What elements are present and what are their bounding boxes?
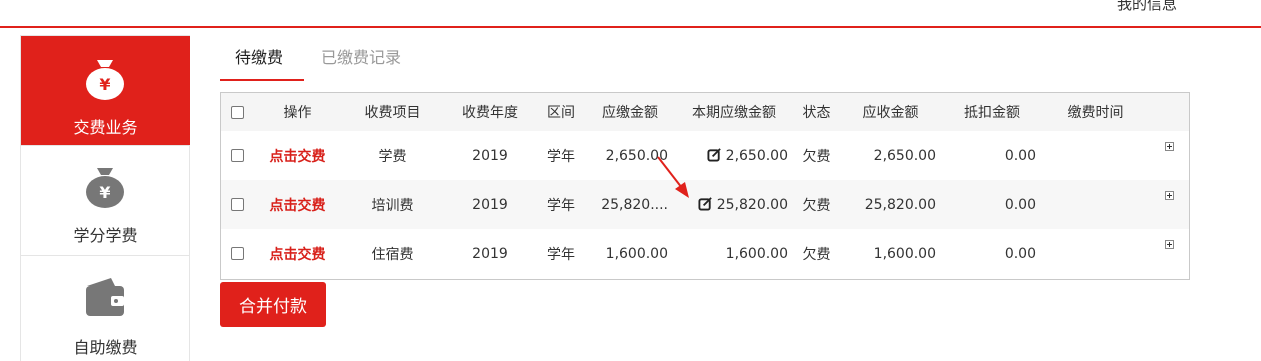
merge-payment-button[interactable]: 合并付款 [220, 282, 326, 327]
wallet-icon [86, 278, 124, 316]
my-info-link[interactable]: 我的信息 [1117, 0, 1177, 14]
sidebar-item-label: 自助缴费 [73, 338, 138, 357]
current-due-value: 1,600.00 [725, 245, 788, 262]
sidebar-item-label: 交费业务 [73, 118, 138, 137]
column-header: 区间 [536, 93, 586, 131]
fee-item-cell: 学费 [341, 131, 444, 180]
fee-item-cell: 住宿费 [341, 229, 444, 278]
edit-icon[interactable] [698, 196, 713, 211]
tab-pending-payment[interactable]: 待缴费 [220, 40, 304, 81]
edit-icon[interactable] [707, 147, 722, 162]
money-bag-icon: ¥ [86, 168, 124, 208]
sidebar-item-payment-business[interactable]: ¥ 交费业务 [21, 36, 190, 146]
deduction-cell: 0.00 [942, 229, 1042, 278]
expand-row-icon[interactable] [1164, 190, 1174, 200]
table-row: 点击交费 住宿费 2019 学年 1,600.00 1,600.00 欠费 1,… [221, 229, 1189, 278]
status-cell: 欠费 [794, 180, 839, 229]
expand-row-icon[interactable] [1164, 239, 1174, 249]
receivable-cell: 25,820.00 [839, 180, 942, 229]
svg-text:¥: ¥ [99, 75, 110, 94]
svg-text:¥: ¥ [99, 183, 110, 202]
sidebar-item-self-service-payment[interactable]: 自助缴费 [21, 256, 190, 361]
amount-due-cell: 25,820.... [586, 180, 674, 229]
period-cell: 学年 [536, 180, 586, 229]
period-cell: 学年 [536, 131, 586, 180]
row-checkbox[interactable] [231, 247, 244, 260]
column-header: 应缴金额 [586, 93, 674, 131]
sidebar-item-label: 学分学费 [73, 226, 138, 245]
expand-row-icon[interactable] [1164, 141, 1174, 151]
table-row: 点击交费 学费 2019 学年 2,650.00 2,650.00 欠费 2,6… [221, 131, 1189, 180]
sidebar: ¥ 交费业务 ¥ 学分学费 自助缴费 [20, 35, 190, 361]
current-due-value: 25,820.00 [716, 197, 788, 213]
sidebar-item-credit-tuition[interactable]: ¥ 学分学费 [21, 146, 190, 256]
row-checkbox[interactable] [231, 198, 244, 211]
tab-paid-records[interactable]: 已缴费记录 [321, 40, 401, 81]
current-due-value: 2,650.00 [725, 148, 788, 164]
column-header: 应收金额 [839, 93, 942, 131]
deduction-cell: 0.00 [942, 180, 1042, 229]
fee-item-cell: 培训费 [341, 180, 444, 229]
column-header: 缴费时间 [1042, 93, 1149, 131]
pay-time-cell [1042, 180, 1149, 229]
table-row: 点击交费 培训费 2019 学年 25,820.... 25,820.00 欠费… [221, 180, 1189, 229]
fee-year-cell: 2019 [444, 180, 536, 229]
amount-due-cell: 1,600.00 [586, 229, 674, 278]
column-header: 本期应缴金额 [674, 93, 794, 131]
column-header: 收费项目 [341, 93, 444, 131]
status-cell: 欠费 [794, 229, 839, 278]
pay-time-cell [1042, 229, 1149, 278]
column-header: 收费年度 [444, 93, 536, 131]
status-cell: 欠费 [794, 131, 839, 180]
pay-now-link[interactable]: 点击交费 [270, 247, 326, 263]
amount-due-cell: 2,650.00 [586, 131, 674, 180]
deduction-cell: 0.00 [942, 131, 1042, 180]
fee-year-cell: 2019 [444, 131, 536, 180]
pay-now-link[interactable]: 点击交费 [270, 149, 326, 165]
table-header-row: 操作 收费项目 收费年度 区间 应缴金额 本期应缴金额 状态 应收金额 抵扣金额… [221, 93, 1189, 131]
column-header: 状态 [794, 93, 839, 131]
select-all-checkbox[interactable] [231, 105, 244, 119]
fee-year-cell: 2019 [444, 229, 536, 278]
column-header: 操作 [254, 93, 341, 131]
receivable-cell: 2,650.00 [839, 131, 942, 180]
receivable-cell: 1,600.00 [839, 229, 942, 278]
period-cell: 学年 [536, 229, 586, 278]
top-bar: 我的信息 [0, 0, 1261, 28]
pay-time-cell [1042, 131, 1149, 180]
fees-table: 操作 收费项目 收费年度 区间 应缴金额 本期应缴金额 状态 应收金额 抵扣金额… [220, 92, 1190, 280]
money-bag-icon: ¥ [86, 60, 124, 100]
pay-now-link[interactable]: 点击交费 [270, 198, 326, 214]
column-header: 抵扣金额 [942, 93, 1042, 131]
row-checkbox[interactable] [231, 149, 244, 162]
